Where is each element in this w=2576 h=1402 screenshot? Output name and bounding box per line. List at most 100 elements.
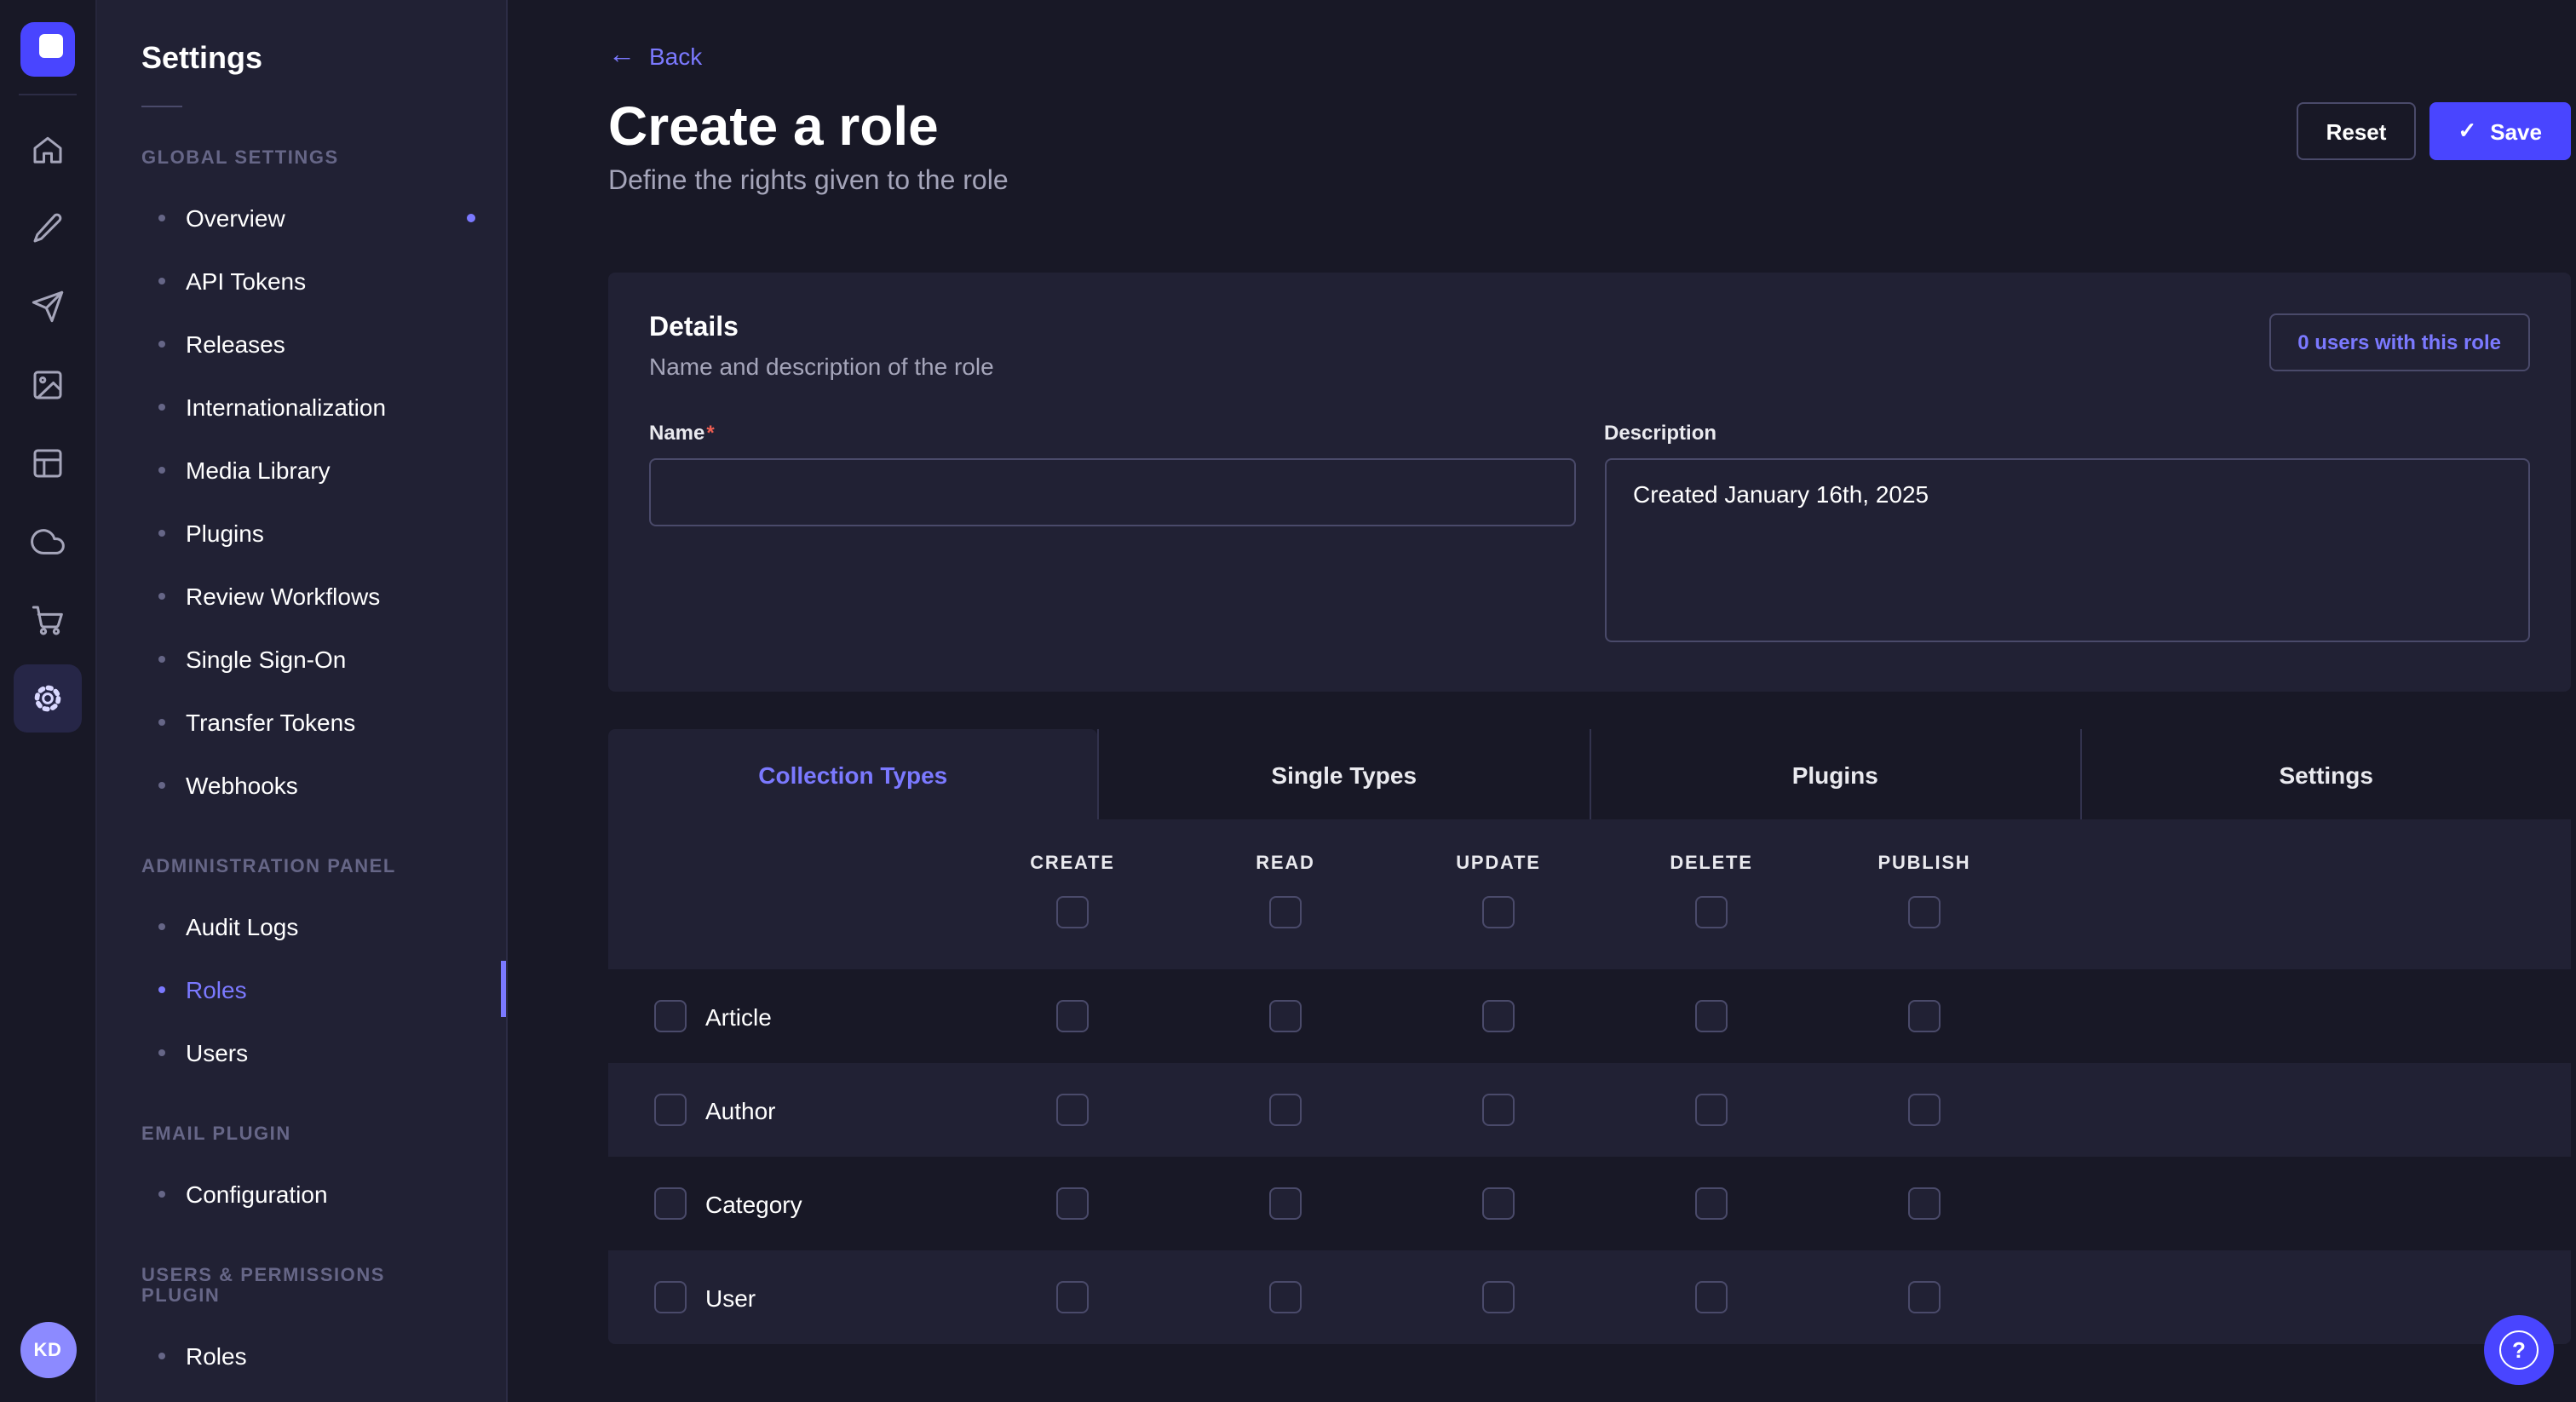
settings-gear-icon[interactable]	[14, 664, 82, 733]
checkbox-article-create[interactable]	[1056, 1000, 1089, 1032]
nav-item-releases[interactable]: Releases	[97, 312, 506, 375]
tab-collection-types[interactable]: Collection Types	[608, 729, 1098, 819]
checkbox-header-update[interactable]	[1482, 896, 1515, 928]
checkbox-category-create[interactable]	[1056, 1187, 1089, 1220]
user-avatar[interactable]: KD	[20, 1322, 76, 1378]
nav-item-label: API Tokens	[186, 267, 306, 294]
checkbox-category-row[interactable]	[654, 1187, 687, 1220]
users-with-role-button[interactable]: 0 users with this role	[2268, 313, 2530, 371]
page-title: Create a role	[608, 92, 2571, 160]
nav-item-transfer-tokens[interactable]: Transfer Tokens	[97, 690, 506, 753]
description-textarea[interactable]: Created January 16th, 2025	[1604, 458, 2530, 642]
checkbox-header-create[interactable]	[1056, 896, 1089, 928]
nav-item-single-sign-on[interactable]: Single Sign-On	[97, 627, 506, 690]
checkbox-user-publish[interactable]	[1908, 1281, 1941, 1313]
row-label: User	[705, 1284, 756, 1311]
nav-item-providers[interactable]: Providers	[97, 1387, 506, 1402]
nav-item-webhooks[interactable]: Webhooks	[97, 753, 506, 816]
question-mark-icon: ?	[2499, 1330, 2539, 1370]
nav-item-review-workflows[interactable]: Review Workflows	[97, 564, 506, 627]
reset-button[interactable]: Reset	[2297, 102, 2416, 160]
checkbox-category-update[interactable]	[1482, 1187, 1515, 1220]
required-asterisk: *	[706, 421, 714, 445]
checkbox-user-row[interactable]	[654, 1281, 687, 1313]
checkbox-author-update[interactable]	[1482, 1094, 1515, 1126]
content-type-builder-icon[interactable]	[14, 429, 82, 497]
header-actions: Reset ✓ Save	[2297, 102, 2571, 160]
nav-item-label: Single Sign-On	[186, 645, 346, 672]
checkbox-user-read[interactable]	[1269, 1281, 1302, 1313]
cloud-icon[interactable]	[14, 508, 82, 576]
notification-dot-icon	[467, 213, 475, 221]
section-users-permissions-plugin: USERS & PERMISSIONS PLUGIN	[141, 1266, 462, 1307]
checkbox-category-read[interactable]	[1269, 1187, 1302, 1220]
section-global-settings: GLOBAL SETTINGS	[141, 148, 462, 169]
row-label: Category	[705, 1190, 802, 1217]
nav-item-users[interactable]: Users	[97, 1020, 506, 1083]
tab-settings[interactable]: Settings	[2080, 729, 2572, 819]
checkbox-author-delete[interactable]	[1695, 1094, 1728, 1126]
details-form: Name* Description Created January 16th, …	[649, 417, 2530, 651]
table-row-author: Author	[608, 1063, 2571, 1157]
back-arrow-icon: ←	[608, 43, 635, 70]
nav-item-overview[interactable]: Overview	[97, 186, 506, 249]
checkbox-article-update[interactable]	[1482, 1000, 1515, 1032]
checkbox-article-publish[interactable]	[1908, 1000, 1941, 1032]
nav-item-configuration[interactable]: Configuration	[97, 1162, 506, 1225]
details-header-text: Details Name and description of the role	[649, 313, 994, 380]
page-subtitle: Define the rights given to the role	[608, 167, 2571, 198]
nav-item-internationalization[interactable]: Internationalization	[97, 375, 506, 438]
nav-item-label: Transfer Tokens	[186, 708, 355, 735]
nav-item-media-library[interactable]: Media Library	[97, 438, 506, 501]
main-content: ← Back Create a role Define the rights g…	[508, 0, 2576, 1402]
bullet-icon	[158, 985, 165, 992]
permissions-card: Collection Types Single Types Plugins Se…	[608, 729, 2571, 1344]
nav-item-label: Roles	[186, 975, 247, 1003]
details-subtitle: Name and description of the role	[649, 353, 994, 380]
description-label: Description	[1604, 421, 1716, 445]
checkbox-article-read[interactable]	[1269, 1000, 1302, 1032]
checkbox-author-create[interactable]	[1056, 1094, 1089, 1126]
nav-item-roles-up[interactable]: Roles	[97, 1324, 506, 1387]
description-field-group: Description Created January 16th, 2025	[1604, 417, 2530, 651]
settings-subnav: Settings GLOBAL SETTINGS Overview API To…	[97, 0, 508, 1402]
marketplace-cart-icon[interactable]	[14, 586, 82, 654]
nav-item-label: Releases	[186, 330, 285, 357]
checkbox-article-delete[interactable]	[1695, 1000, 1728, 1032]
checkbox-article-row[interactable]	[654, 1000, 687, 1032]
strapi-logo[interactable]	[20, 22, 75, 77]
nav-item-label: Users	[186, 1038, 248, 1066]
checkbox-user-create[interactable]	[1056, 1281, 1089, 1313]
check-icon: ✓	[2458, 118, 2476, 145]
checkbox-user-delete[interactable]	[1695, 1281, 1728, 1313]
save-button[interactable]: ✓ Save	[2429, 102, 2571, 160]
releases-icon[interactable]	[14, 273, 82, 341]
details-card: Details Name and description of the role…	[608, 273, 2571, 692]
back-link[interactable]: ← Back	[608, 43, 702, 70]
checkbox-category-publish[interactable]	[1908, 1187, 1941, 1220]
checkbox-header-publish[interactable]	[1908, 896, 1941, 928]
media-library-icon[interactable]	[14, 351, 82, 419]
tab-single-types[interactable]: Single Types	[1098, 729, 1590, 819]
content-manager-icon[interactable]	[14, 194, 82, 262]
save-label: Save	[2490, 118, 2542, 144]
checkbox-author-read[interactable]	[1269, 1094, 1302, 1126]
nav-item-roles-admin[interactable]: Roles	[97, 957, 506, 1020]
name-input[interactable]	[649, 458, 1575, 526]
checkbox-header-delete[interactable]	[1695, 896, 1728, 928]
column-update: UPDATE	[1392, 853, 1605, 928]
checkbox-user-update[interactable]	[1482, 1281, 1515, 1313]
tab-plugins[interactable]: Plugins	[1589, 729, 2080, 819]
nav-item-plugins[interactable]: Plugins	[97, 501, 506, 564]
app-window: KD Settings GLOBAL SETTINGS Overview API…	[0, 0, 2576, 1402]
checkbox-author-row[interactable]	[654, 1094, 687, 1126]
nav-item-label: Media Library	[186, 456, 331, 483]
home-icon[interactable]	[14, 116, 82, 184]
checkbox-author-publish[interactable]	[1908, 1094, 1941, 1126]
checkbox-header-read[interactable]	[1269, 896, 1302, 928]
help-button[interactable]: ?	[2484, 1315, 2554, 1385]
nav-item-api-tokens[interactable]: API Tokens	[97, 249, 506, 312]
subnav-title: Settings	[97, 41, 506, 77]
checkbox-category-delete[interactable]	[1695, 1187, 1728, 1220]
nav-item-audit-logs[interactable]: Audit Logs	[97, 894, 506, 957]
